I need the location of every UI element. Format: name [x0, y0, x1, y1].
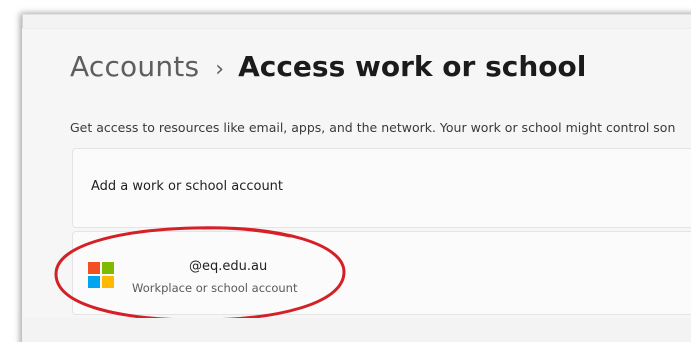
breadcrumb-accounts-link[interactable]: Accounts [70, 50, 199, 83]
logo-square-yellow [102, 276, 114, 288]
logo-square-green [102, 262, 114, 274]
add-work-school-account-card[interactable]: Add a work or school account [72, 148, 691, 228]
work-school-account-item[interactable] [72, 231, 691, 315]
account-type-label: Workplace or school account [132, 281, 298, 295]
breadcrumb-separator-icon: › [215, 57, 225, 82]
add-work-school-account-label: Add a work or school account [91, 179, 284, 194]
breadcrumb: Accounts › Access work or school [70, 50, 586, 83]
microsoft-logo-icon [88, 262, 114, 288]
account-email: @eq.edu.au [189, 259, 268, 274]
content-pane-bottom [22, 318, 691, 342]
logo-square-red [88, 262, 100, 274]
screenshot-canvas: Accounts › Access work or school Get acc… [0, 0, 691, 342]
page-title: Access work or school [238, 50, 587, 83]
logo-square-blue [88, 276, 100, 288]
page-description: Get access to resources like email, apps… [70, 120, 676, 135]
